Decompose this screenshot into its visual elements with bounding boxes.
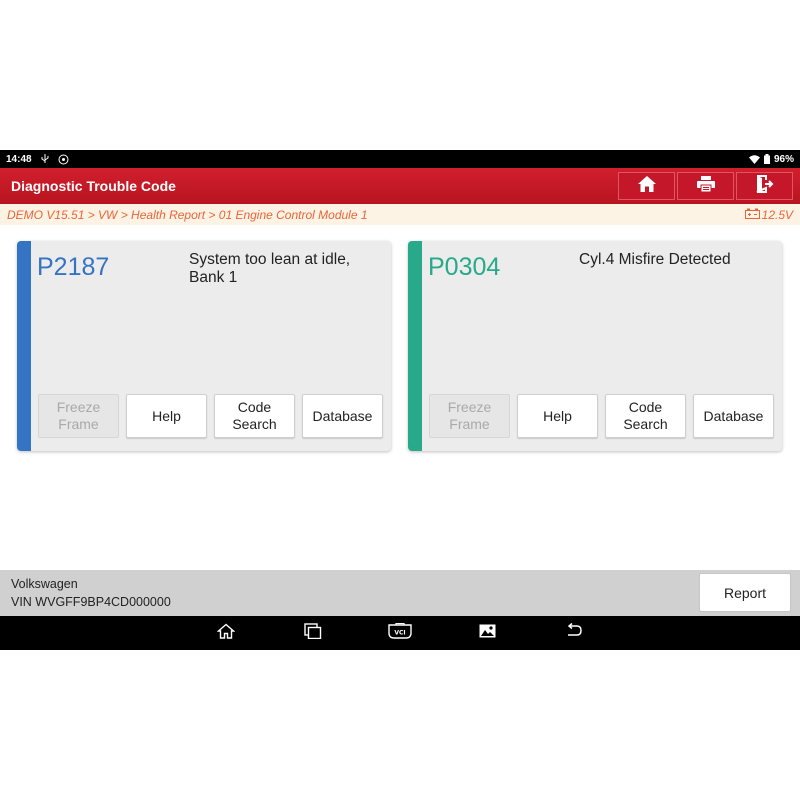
vehicle-info-bar: Volkswagen VIN WVGFF9BP4CD000000 Report — [0, 570, 800, 616]
nav-recents-button[interactable] — [270, 616, 357, 650]
vehicle-make: Volkswagen — [11, 577, 78, 591]
card-accent — [408, 241, 422, 451]
dtc-card-p0304: P0304 Cyl.4 Misfire Detected Freeze Fram… — [408, 241, 782, 451]
nav-back-button[interactable] — [531, 616, 618, 650]
report-button[interactable]: Report — [699, 573, 791, 612]
home-icon — [637, 175, 656, 197]
nav-vci-button[interactable]: VCI — [357, 616, 444, 650]
database-label: Database — [312, 407, 373, 424]
dtc-code: P2187 — [37, 253, 110, 281]
usb-icon — [40, 154, 50, 164]
nav-home-button[interactable] — [183, 616, 270, 650]
print-icon — [696, 175, 715, 197]
database-button[interactable]: Database — [302, 394, 383, 438]
battery-icon — [763, 154, 770, 164]
freeze-frame-button[interactable]: Freeze Frame — [429, 394, 510, 438]
dtc-card-p2187: P2187 System too lean at idle, Bank 1 Fr… — [17, 241, 391, 451]
code-search-button[interactable]: Code Search — [605, 394, 686, 438]
home-button[interactable] — [618, 172, 675, 200]
recents-icon — [304, 622, 322, 644]
card-accent — [17, 241, 31, 451]
status-bar: 14:48 96% — [0, 150, 800, 168]
freeze-frame-label: Freeze Frame — [56, 399, 101, 432]
freeze-frame-button[interactable]: Freeze Frame — [38, 394, 119, 438]
database-button[interactable]: Database — [693, 394, 774, 438]
back-icon — [565, 622, 583, 644]
help-button[interactable]: Help — [517, 394, 598, 438]
vci-icon: VCI — [388, 622, 412, 644]
home-nav-icon — [216, 623, 236, 644]
breadcrumb: DEMO V15.51 > VW > Health Report > 01 En… — [0, 204, 800, 225]
vci-label: VCI — [394, 629, 405, 636]
help-button[interactable]: Help — [126, 394, 207, 438]
exit-icon — [756, 174, 774, 198]
status-time: 14:48 — [6, 153, 32, 165]
app-screen: 14:48 96% Diagnostic Trouble Code DEMO V… — [0, 150, 800, 650]
dtc-description: Cyl.4 Misfire Detected — [579, 251, 731, 268]
voltage-value: 12.5V — [761, 207, 793, 222]
page-title: Diagnostic Trouble Code — [11, 178, 176, 194]
debug-icon — [58, 154, 69, 165]
print-button[interactable] — [677, 172, 734, 200]
breadcrumb-path: DEMO V15.51 > VW > Health Report > 01 En… — [7, 207, 368, 222]
title-bar: Diagnostic Trouble Code — [0, 168, 800, 204]
gallery-icon — [479, 624, 496, 643]
database-label: Database — [703, 407, 764, 424]
help-label: Help — [152, 407, 181, 424]
dtc-description: System too lean at idle, Bank 1 — [189, 251, 351, 286]
code-search-label: Code Search — [232, 399, 277, 432]
system-nav-bar: VCI — [0, 616, 800, 650]
code-search-label: Code Search — [623, 399, 668, 432]
help-label: Help — [543, 407, 572, 424]
dtc-code: P0304 — [428, 253, 501, 281]
freeze-frame-label: Freeze Frame — [447, 399, 492, 432]
exit-button[interactable] — [736, 172, 793, 200]
wifi-icon — [748, 154, 760, 164]
nav-gallery-button[interactable] — [444, 616, 531, 650]
vehicle-vin: VIN WVGFF9BP4CD000000 — [11, 595, 171, 609]
battery-percent: 96% — [773, 153, 794, 165]
voltage-indicator: 12.5V — [744, 207, 793, 222]
code-search-button[interactable]: Code Search — [214, 394, 295, 438]
car-battery-icon — [744, 208, 760, 222]
